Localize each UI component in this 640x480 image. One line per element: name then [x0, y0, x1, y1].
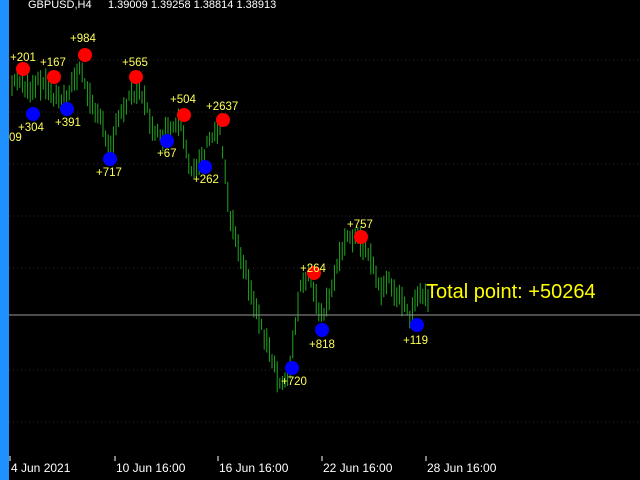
x-axis-tick-label: 22 Jun 16:00 — [323, 461, 393, 475]
buy-signal-label: +304 — [18, 122, 45, 134]
x-axis-tick-label: 10 Jun 16:00 — [116, 461, 186, 475]
sell-signal-dot — [354, 230, 368, 244]
buy-signal-label: +717 — [96, 167, 122, 179]
sell-signal-label: +167 — [40, 57, 66, 69]
sell-signal-label: +757 — [347, 219, 373, 231]
buy-signal-label: +119 — [403, 335, 428, 347]
sell-signal-dot — [216, 113, 230, 127]
sell-signal-dot — [78, 48, 92, 62]
ohlc-readout: 1.39009 1.39258 1.38814 1.38913 — [108, 0, 276, 11]
price-edge-readout: 09 — [9, 132, 22, 144]
buy-signal-dot — [198, 160, 212, 174]
x-axis-tick-label: 28 Jun 16:00 — [427, 461, 497, 475]
buy-signal-dot — [103, 152, 117, 166]
buy-signal-label: +67 — [157, 148, 177, 160]
sell-signal-dot — [177, 108, 191, 122]
sell-signal-label: +984 — [70, 33, 97, 45]
sell-signal-label: +565 — [122, 57, 148, 69]
sell-signal-label: +264 — [300, 263, 327, 275]
chart-window[interactable]: +201 +167 +984 +565 +504 +2637 +264 +757 +304 +39… — [0, 0, 640, 480]
buy-signal-dot — [410, 318, 424, 332]
x-axis-tick-label: 4 Jun 2021 — [11, 461, 71, 475]
grid-lines — [9, 59, 640, 423]
sell-signal-label: +2637 — [206, 101, 238, 113]
signal-labels: +201 +167 +984 +565 +504 +2637 +264 +757 +304 +39… — [10, 33, 428, 388]
sell-signal-dot — [47, 70, 61, 84]
buy-signal-label: +818 — [309, 339, 335, 351]
buy-signal-label: +262 — [193, 174, 219, 186]
sell-signal-label: +201 — [10, 52, 36, 64]
buy-signal-dot — [60, 102, 74, 116]
sell-signal-label: +504 — [170, 94, 197, 106]
buy-signal-dot — [285, 361, 299, 375]
symbol-title: GBPUSD,H4 — [28, 0, 92, 11]
buy-signal-dot — [26, 107, 40, 121]
buy-signal-dot — [160, 134, 174, 148]
buy-signal-label: +391 — [55, 117, 81, 129]
price-chart[interactable]: +201 +167 +984 +565 +504 +2637 +264 +757 +304 +39… — [0, 0, 640, 480]
buy-signal-dot — [315, 323, 329, 337]
total-points-label: Total point: +50264 — [426, 281, 596, 303]
sell-signal-dot — [16, 62, 30, 76]
x-axis: 4 Jun 2021 10 Jun 16:00 16 Jun 16:00 22 Jun… — [9, 456, 497, 475]
buy-signal-label: +720 — [281, 376, 307, 388]
signal-dots — [16, 48, 424, 375]
sell-signal-dot — [129, 70, 143, 84]
x-axis-tick-label: 16 Jun 16:00 — [219, 461, 289, 475]
